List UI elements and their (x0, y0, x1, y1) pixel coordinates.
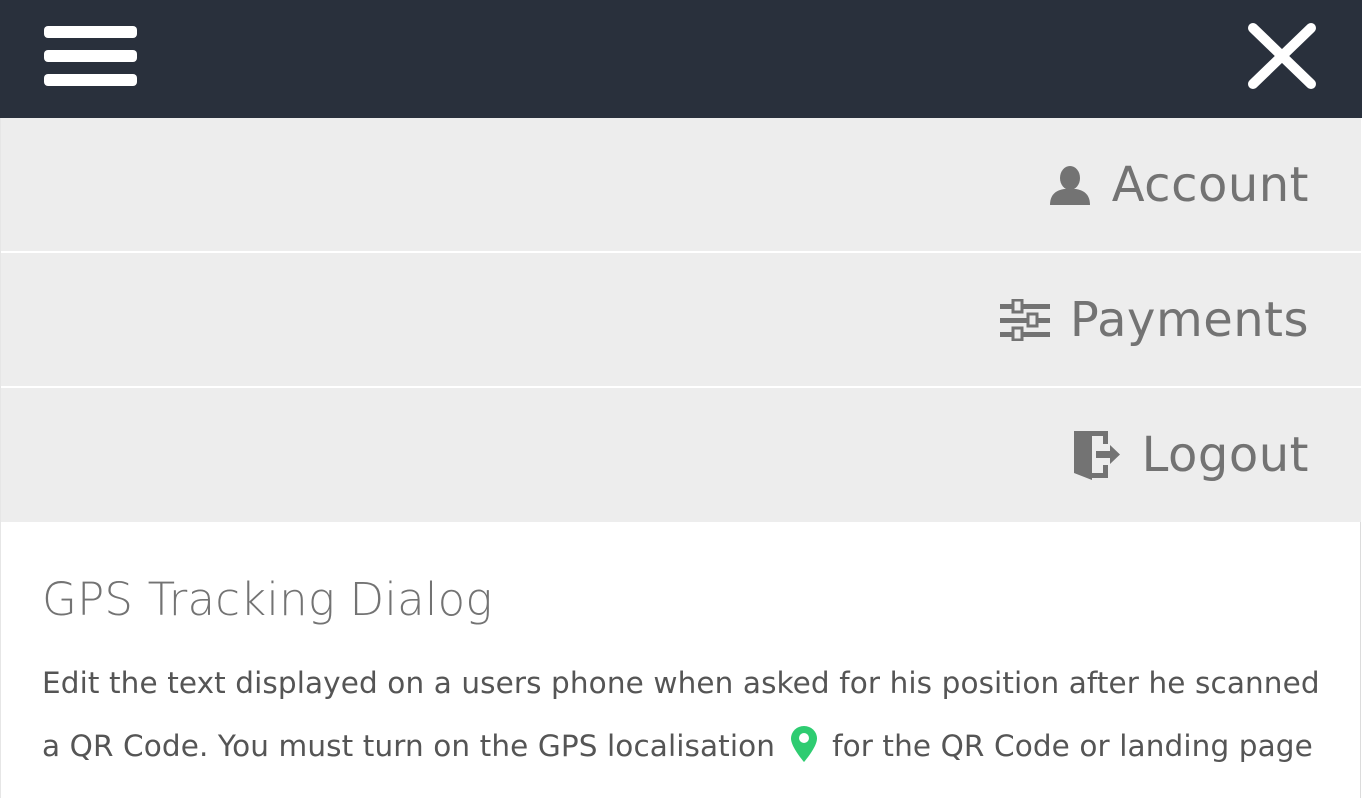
menu-item-account[interactable]: Account (1, 118, 1361, 253)
content-section: GPS Tracking Dialog Edit the text displa… (42, 570, 1332, 784)
dropdown-menu: Account Payments Logout (1, 118, 1361, 522)
hamburger-icon-bar (44, 26, 137, 38)
logout-icon (1073, 430, 1122, 480)
hamburger-icon-bar (44, 50, 137, 62)
close-button[interactable] (1246, 22, 1318, 90)
section-title: GPS Tracking Dialog (42, 573, 493, 626)
menu-item-label: Logout (1141, 427, 1309, 483)
top-bar (0, 0, 1362, 118)
menu-item-label: Account (1111, 156, 1309, 213)
description-text: for the QR Code or landing page (832, 729, 1313, 763)
menu-item-payments[interactable]: Payments (1, 253, 1361, 388)
section-description: Edit the text displayed on a users phone… (42, 652, 1332, 784)
close-icon (1248, 23, 1316, 89)
sliders-icon (999, 298, 1050, 341)
map-pin-icon (790, 721, 817, 784)
hamburger-icon-bar (44, 74, 137, 86)
menu-item-logout[interactable]: Logout (1, 388, 1361, 522)
user-icon (1048, 165, 1092, 205)
menu-item-label: Payments (1069, 291, 1309, 348)
hamburger-menu-button[interactable] (44, 26, 137, 86)
